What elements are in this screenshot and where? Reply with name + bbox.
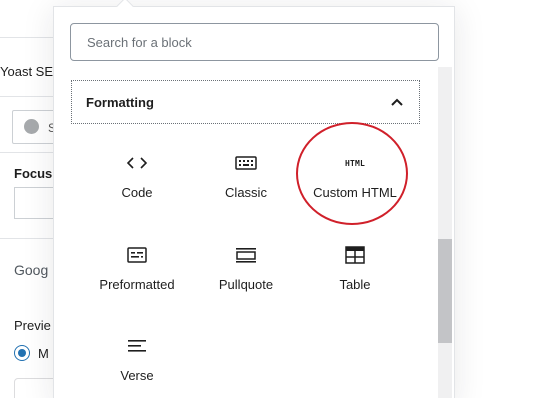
block-label: Custom HTML: [313, 185, 397, 200]
code-icon: [125, 151, 149, 175]
pullquote-icon: [234, 243, 258, 267]
block-item-classic[interactable]: Classic: [187, 127, 305, 215]
divider: [0, 152, 60, 153]
html-icon-text: HTML: [344, 158, 366, 168]
block-search-input[interactable]: [71, 24, 438, 60]
status-dot-icon: [24, 119, 39, 134]
google-preview-title: Goog: [14, 262, 49, 278]
formatting-panel-toggle[interactable]: Formatting: [71, 80, 420, 124]
keyboard-icon: [234, 151, 258, 175]
block-item-code[interactable]: Code: [78, 127, 196, 215]
divider: [0, 37, 60, 38]
yoast-panel-title[interactable]: Yoast SE: [0, 64, 53, 79]
table-icon: [343, 243, 367, 267]
mobile-radio-label: M: [38, 346, 49, 361]
block-label: Pullquote: [218, 277, 274, 292]
html-icon: HTML: [343, 151, 367, 175]
preformatted-icon: [125, 243, 149, 267]
verse-icon: [125, 334, 149, 358]
block-inserter-popover: Formatting Code Classic: [53, 0, 455, 398]
scrollbar-track[interactable]: [438, 67, 452, 398]
scrollbar-thumb[interactable]: [438, 239, 452, 343]
block-label: Classic: [225, 185, 267, 200]
popover-arrow: [116, 0, 134, 15]
block-search-field[interactable]: [70, 23, 439, 61]
block-item-preformatted[interactable]: Preformatted: [78, 219, 196, 307]
chevron-up-icon: [389, 94, 405, 110]
mobile-radio[interactable]: [14, 345, 30, 361]
block-item-pullquote[interactable]: Pullquote: [187, 219, 305, 307]
editor-sidebar-background: Yoast SE S Focus Goog Previe M: [0, 0, 74, 398]
block-label: Preformatted: [99, 277, 175, 292]
block-item-verse[interactable]: Verse: [78, 310, 196, 398]
block-label: Code: [121, 185, 153, 200]
block-label: Verse: [120, 368, 154, 383]
divider: [0, 96, 60, 97]
formatting-panel-title: Formatting: [86, 94, 154, 110]
focus-keyphrase-label: Focus: [14, 166, 53, 181]
block-grid: Code Classic HTML Custom HTML Preformatt…: [77, 127, 432, 398]
block-label: Table: [339, 277, 371, 292]
block-item-custom-html[interactable]: HTML Custom HTML: [296, 127, 414, 215]
divider: [0, 238, 60, 239]
block-item-table[interactable]: Table: [296, 219, 414, 307]
preview-as-label: Previe: [14, 318, 51, 333]
